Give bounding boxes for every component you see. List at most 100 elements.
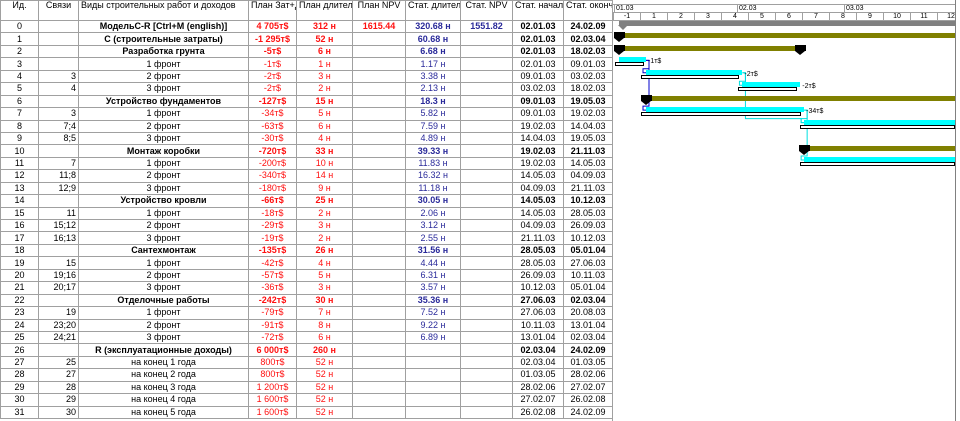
cell-sdlit[interactable]: 2.13 н — [405, 82, 461, 96]
table-row[interactable]: 1 С (строительные затраты) -1 295т$ 52 н 60.… — [0, 32, 613, 46]
cell-name[interactable]: 2 фронт — [78, 218, 249, 233]
cell-links[interactable] — [38, 194, 79, 208]
table-row[interactable]: 731 фронт -34т$ 5 н 5.82 н 09.01.03 19.02.03 — [0, 107, 613, 121]
cell-start[interactable]: 09.01.03 — [512, 94, 564, 109]
cell-links[interactable] — [38, 44, 79, 59]
cell-start[interactable]: 13.01.04 — [512, 330, 564, 345]
cell-name[interactable]: 1 фронт — [78, 57, 249, 71]
cell-zatr[interactable]: 800т$ — [248, 355, 297, 370]
cell-npv[interactable] — [352, 131, 406, 146]
cell-id[interactable]: 29 — [0, 380, 39, 395]
cell-end[interactable]: 02.03.04 — [563, 32, 613, 46]
table-row[interactable]: 3 1 фронт -1т$ 1 н 1.17 н 02.01.03 09.01.03 — [0, 57, 613, 71]
baseline-bar[interactable] — [641, 112, 802, 117]
cell-zatr[interactable]: -19т$ — [248, 231, 297, 245]
cell-end[interactable]: 19.05.03 — [563, 131, 613, 146]
cell-sdlit[interactable]: 3.12 н — [405, 218, 461, 233]
cell-dlit[interactable]: 2 н — [296, 82, 353, 96]
cell-zatr[interactable]: -1 295т$ — [248, 32, 297, 46]
cell-id[interactable]: 26 — [0, 343, 39, 357]
cell-end[interactable]: 05.01.04 — [563, 281, 613, 295]
cell-npv[interactable] — [352, 393, 406, 407]
cell-snpv[interactable] — [460, 44, 513, 59]
cell-start[interactable]: 14.04.03 — [512, 131, 564, 146]
cell-links[interactable]: 27 — [38, 368, 79, 382]
cell-links[interactable]: 8;5 — [38, 131, 79, 146]
cell-npv[interactable] — [352, 32, 406, 46]
cell-zatr[interactable]: -340т$ — [248, 169, 297, 183]
table-row[interactable]: 17 16;13 3 фронт -19т$ 2 н 2.55 н 21.11.03 10.1… — [0, 231, 613, 245]
cell-zatr[interactable]: -180т$ — [248, 181, 297, 196]
cell-name[interactable]: на конец 2 года — [78, 368, 249, 382]
cell-zatr[interactable]: 1 600т$ — [248, 393, 297, 407]
cell-sdlit[interactable] — [405, 393, 461, 407]
baseline-bar[interactable] — [737, 87, 798, 92]
summary-start-tip[interactable] — [614, 50, 624, 55]
cell-id[interactable]: 25 — [0, 330, 39, 345]
cell-npv[interactable]: 1615.44 — [352, 19, 406, 34]
cell-sdlit[interactable]: 39.33 н — [405, 144, 461, 158]
table-row[interactable]: 20 19;16 2 фронт -57т$ 5 н 6.31 н 26.09.03 10.1… — [0, 268, 613, 283]
cell-name[interactable]: Сантехмонтаж — [78, 243, 249, 258]
cell-npv[interactable] — [352, 343, 406, 357]
cell-npv[interactable] — [352, 293, 406, 308]
cell-zatr[interactable]: -135т$ — [248, 243, 297, 258]
cell-npv[interactable] — [352, 144, 406, 158]
cell-sdlit[interactable]: 3.57 н — [405, 281, 461, 295]
cell-start[interactable]: 19.02.03 — [512, 119, 564, 133]
cell-id[interactable]: 20 — [0, 268, 39, 283]
cell-zatr[interactable]: -200т$ — [248, 156, 297, 171]
table-row[interactable]: 9 8;5 3 фронт -30т$ 4 н 4.89 н 14.04.03 19.05.0… — [0, 131, 613, 146]
baseline-bar[interactable] — [615, 62, 644, 67]
cell-id[interactable]: 11 — [0, 156, 39, 171]
cell-links[interactable]: 4 — [38, 82, 79, 96]
cell-snpv[interactable] — [460, 330, 513, 345]
cell-start[interactable]: 27.06.03 — [512, 306, 564, 320]
cell-start[interactable]: 28.05.03 — [512, 256, 564, 270]
cell-name[interactable]: 2 фронт — [78, 119, 249, 133]
cell-sdlit[interactable]: 2.06 н — [405, 206, 461, 221]
cell-id[interactable]: 21 — [0, 281, 39, 295]
cell-id[interactable]: 17 — [0, 231, 39, 245]
summary-bar[interactable] — [619, 33, 955, 39]
cell-npv[interactable] — [352, 82, 406, 96]
cell-end[interactable]: 18.02.03 — [563, 82, 613, 96]
cell-dlit[interactable]: 33 н — [296, 144, 353, 158]
table-row[interactable]: 24 23;20 2 фронт -91т$ 8 н 9.22 н 10.11.03 13.0… — [0, 318, 613, 332]
cell-name[interactable]: 3 фронт — [78, 281, 249, 295]
table-row[interactable]: 14 Устройство кровли -66т$ 25 н 30.05 н 14.05… — [0, 194, 613, 208]
cell-name[interactable]: Отделочные работы — [78, 293, 249, 308]
cell-dlit[interactable]: 52 н — [296, 380, 353, 395]
cell-dlit[interactable]: 30 н — [296, 293, 353, 308]
cell-links[interactable]: 3 — [38, 69, 79, 84]
cell-id[interactable]: 24 — [0, 318, 39, 332]
cell-snpv[interactable] — [460, 355, 513, 370]
cell-end[interactable]: 05.01.04 — [563, 243, 613, 258]
cell-zatr[interactable]: -66т$ — [248, 194, 297, 208]
cell-sdlit[interactable]: 11.18 н — [405, 181, 461, 196]
cell-dlit[interactable]: 52 н — [296, 368, 353, 382]
table-row[interactable]: 28 27 на конец 2 года 800т$ 52 н 01.03.05 28.0… — [0, 368, 613, 382]
cell-name[interactable]: 3 фронт — [78, 181, 249, 196]
cell-links[interactable]: 15;12 — [38, 218, 79, 233]
gantt-chart[interactable]: 01.03 02.03 03.03 -1 1 2 3 4 5 6 7 8 9 10 11 12 -1т$ -2… — [612, 0, 956, 421]
cell-snpv[interactable] — [460, 380, 513, 395]
cell-npv[interactable] — [352, 368, 406, 382]
cell-snpv[interactable] — [460, 343, 513, 357]
cell-start[interactable]: 02.03.04 — [512, 355, 564, 370]
table-row[interactable]: 6 Устройство фундаментов -127т$ 15 н 18.3 н 0… — [0, 94, 613, 109]
cell-end[interactable]: 10.12.03 — [563, 231, 613, 245]
table-row[interactable]: 26 R (эксплуатационные доходы) 6 000т$ 260 … — [0, 343, 613, 357]
cell-npv[interactable] — [352, 206, 406, 221]
cell-zatr[interactable]: -79т$ — [248, 306, 297, 320]
cell-npv[interactable] — [352, 243, 406, 258]
cell-start[interactable]: 27.02.07 — [512, 393, 564, 407]
summary-start-tip[interactable] — [799, 150, 810, 155]
cell-dlit[interactable]: 6 н — [296, 119, 353, 133]
cell-links[interactable] — [38, 243, 79, 258]
cell-zatr[interactable]: -30т$ — [248, 131, 297, 146]
cell-links[interactable] — [38, 32, 79, 46]
cell-sdlit[interactable] — [405, 355, 461, 370]
cell-links[interactable]: 29 — [38, 393, 79, 407]
cell-sdlit[interactable]: 31.56 н — [405, 243, 461, 258]
